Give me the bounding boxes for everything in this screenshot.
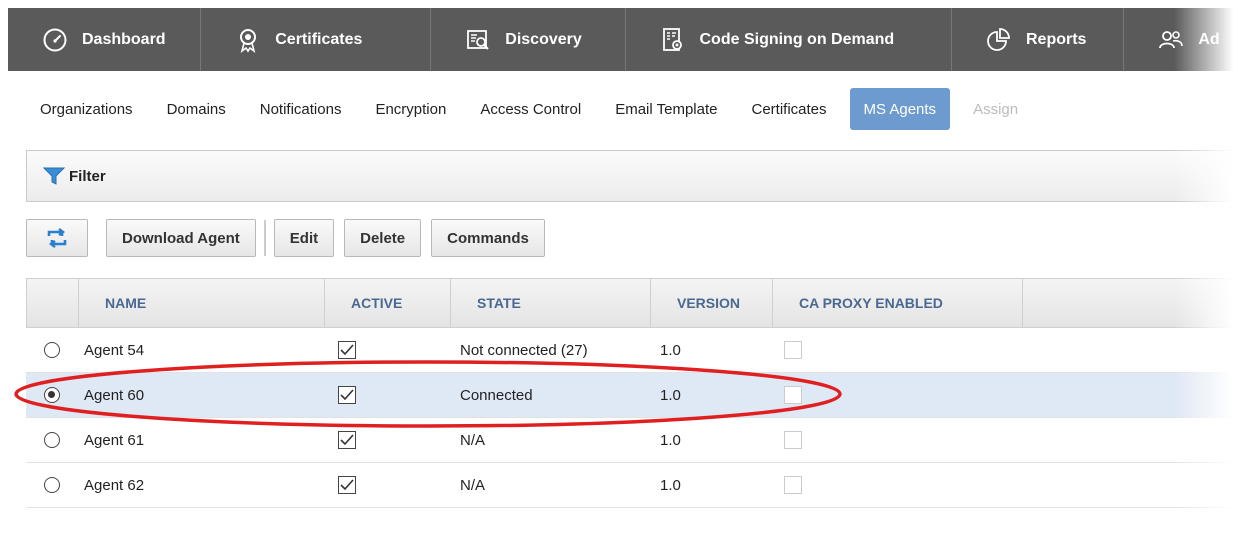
table-header: NAME ACTIVE STATE VERSION CA PROXY ENABL…: [26, 278, 1244, 328]
subnav-email-template[interactable]: Email Template: [598, 88, 734, 130]
active-checkbox: [338, 431, 356, 449]
refresh-button[interactable]: [26, 219, 88, 257]
ca-proxy-checkbox: [784, 341, 802, 359]
subnav-notifications[interactable]: Notifications: [243, 88, 359, 130]
tab-admins[interactable]: Ad: [1124, 8, 1244, 71]
delete-button[interactable]: Delete: [344, 219, 422, 257]
dashboard-gauge-icon: [42, 27, 68, 53]
subnav-assign[interactable]: Assign: [956, 88, 1035, 130]
header-name[interactable]: NAME: [79, 279, 325, 327]
row-radio[interactable]: [44, 342, 60, 358]
tab-discovery[interactable]: Discovery: [431, 8, 626, 71]
refresh-icon: [47, 228, 67, 248]
agent-name: Agent 62: [84, 476, 145, 494]
header-select: [27, 279, 79, 327]
reports-pie-icon: [986, 27, 1012, 53]
filter-funnel-icon: [43, 167, 65, 185]
subnav-domains[interactable]: Domains: [150, 88, 243, 130]
commands-button[interactable]: Commands: [431, 219, 545, 257]
agent-state: N/A: [460, 476, 486, 494]
subnav-ms-agents[interactable]: MS Agents: [849, 88, 951, 130]
subnav-encryption[interactable]: Encryption: [358, 88, 463, 130]
active-checkbox: [338, 386, 356, 404]
header-filler: [1023, 279, 1243, 327]
tab-certificates[interactable]: Certificates: [201, 8, 432, 71]
table-row-selected[interactable]: Agent 60 Connected 1.0: [26, 373, 1244, 418]
settings-subnav: Organizations Domains Notifications Encr…: [8, 88, 1035, 130]
app-frame: Dashboard Certificates Discovery Code Si…: [8, 8, 1244, 530]
header-version[interactable]: VERSION: [651, 279, 773, 327]
discovery-search-icon: [465, 27, 491, 53]
filter-label: Filter: [69, 167, 106, 185]
header-active[interactable]: ACTIVE: [325, 279, 451, 327]
tab-label: Discovery: [505, 30, 582, 48]
ca-proxy-checkbox: [784, 386, 802, 404]
row-radio[interactable]: [44, 432, 60, 448]
ca-proxy-checkbox: [784, 476, 802, 494]
tab-label: Code Signing on Demand: [699, 30, 895, 48]
agent-state: N/A: [460, 431, 486, 449]
tab-label: Ad: [1198, 30, 1220, 48]
tab-dashboard[interactable]: Dashboard: [8, 8, 202, 71]
table-row[interactable]: Agent 62 N/A 1.0: [26, 463, 1244, 508]
tab-reports[interactable]: Reports: [952, 8, 1125, 71]
header-state[interactable]: STATE: [451, 279, 651, 327]
code-signing-icon: [660, 27, 686, 53]
tab-label: Dashboard: [82, 30, 166, 48]
subnav-access-control[interactable]: Access Control: [463, 88, 598, 130]
top-navigation: Dashboard Certificates Discovery Code Si…: [8, 8, 1244, 71]
table-row[interactable]: Agent 61 N/A 1.0: [26, 418, 1244, 463]
active-checkbox: [338, 476, 356, 494]
agent-name: Agent 61: [84, 431, 145, 449]
agent-name: Agent 54: [84, 341, 145, 359]
table-row[interactable]: Agent 54 Not connected (27) 1.0: [26, 328, 1244, 373]
download-agent-button[interactable]: Download Agent: [106, 219, 256, 257]
row-radio[interactable]: [44, 477, 60, 493]
active-checkbox: [338, 341, 356, 359]
ca-proxy-checkbox: [784, 431, 802, 449]
agent-version: 1.0: [660, 386, 681, 404]
header-ca-proxy[interactable]: CA PROXY ENABLED: [773, 279, 1023, 327]
subnav-certificates[interactable]: Certificates: [734, 88, 843, 130]
agent-version: 1.0: [660, 341, 681, 359]
toolbar-separator: [263, 220, 266, 256]
agent-version: 1.0: [660, 431, 681, 449]
tab-code-signing[interactable]: Code Signing on Demand: [626, 8, 952, 71]
edit-button[interactable]: Edit: [273, 219, 335, 257]
agents-toolbar: Download Agent Edit Delete Commands: [26, 218, 555, 258]
agents-table: NAME ACTIVE STATE VERSION CA PROXY ENABL…: [26, 278, 1244, 508]
admins-users-icon: [1158, 27, 1184, 53]
tab-label: Certificates: [275, 30, 363, 48]
agent-version: 1.0: [660, 476, 681, 494]
filter-bar[interactable]: Filter: [26, 150, 1244, 202]
certificate-badge-icon: [235, 27, 261, 53]
tab-label: Reports: [1026, 30, 1087, 48]
agent-state: Connected: [460, 386, 533, 404]
subnav-organizations[interactable]: Organizations: [8, 88, 150, 130]
row-radio[interactable]: [44, 387, 60, 403]
agent-state: Not connected (27): [460, 341, 588, 359]
agent-name: Agent 60: [84, 386, 145, 404]
